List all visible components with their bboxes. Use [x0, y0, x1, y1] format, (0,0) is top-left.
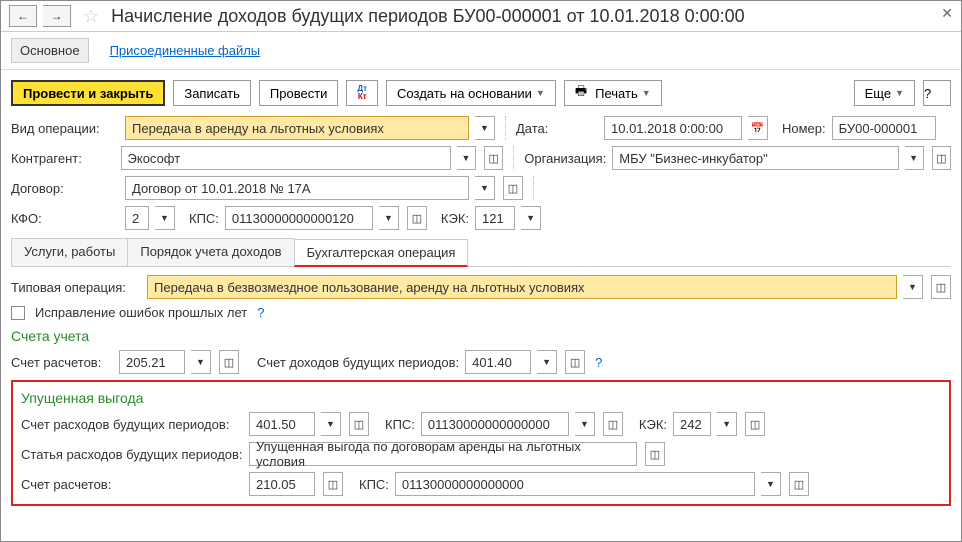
post-button[interactable]: Провести: [259, 80, 339, 106]
kps-input[interactable]: 01130000000000120: [225, 206, 373, 230]
type-op-dropdown[interactable]: ▼: [903, 275, 923, 299]
op-type-input[interactable]: Передача в аренду на льготных условиях: [125, 116, 469, 140]
kek2-label: КЭК:: [639, 417, 667, 432]
acc-calc-dropdown[interactable]: ▼: [191, 350, 211, 374]
kps2-input[interactable]: 01130000000000000: [421, 412, 569, 436]
date-label: Дата:: [516, 121, 598, 136]
acc-calc-label: Счет расчетов:: [11, 355, 113, 370]
print-button[interactable]: Печать▼: [564, 80, 662, 106]
kek-dropdown[interactable]: ▼: [521, 206, 541, 230]
acc-future-dropdown[interactable]: ▼: [537, 350, 557, 374]
article-open[interactable]: ◫: [645, 442, 665, 466]
help-button[interactable]: ?: [923, 80, 951, 106]
org-label: Организация:: [524, 151, 606, 166]
acc-future-label: Счет доходов будущих периодов:: [257, 355, 459, 370]
kps-label: КПС:: [189, 211, 219, 226]
contragent-dropdown[interactable]: ▼: [457, 146, 476, 170]
type-op-input[interactable]: Передача в безвозмездное пользование, ар…: [147, 275, 897, 299]
close-icon[interactable]: ✕: [941, 5, 953, 22]
help-icon-2[interactable]: ?: [595, 355, 602, 370]
kek-label: КЭК:: [441, 211, 469, 226]
create-based-button[interactable]: Создать на основании▼: [386, 80, 556, 106]
exp-future-dropdown[interactable]: ▼: [321, 412, 341, 436]
acc-calc2-label: Счет расчетов:: [21, 477, 243, 492]
type-op-label: Типовая операция:: [11, 280, 141, 295]
org-dropdown[interactable]: ▼: [905, 146, 924, 170]
dt-kt-icon: ДтКт: [357, 85, 367, 101]
save-button[interactable]: Записать: [173, 80, 251, 106]
tab-services[interactable]: Услуги, работы: [11, 238, 128, 266]
article-label: Статья расходов будущих периодов:: [21, 447, 243, 462]
acc-calc2-input[interactable]: 210.05: [249, 472, 315, 496]
kps-open[interactable]: ◫: [407, 206, 427, 230]
acc-future-open[interactable]: ◫: [565, 350, 585, 374]
print-icon: [575, 82, 591, 104]
help-icon[interactable]: ?: [257, 305, 264, 320]
kps3-open[interactable]: ◫: [789, 472, 809, 496]
kfo-input[interactable]: 2: [125, 206, 149, 230]
org-input[interactable]: МБУ "Бизнес-инкубатор": [612, 146, 898, 170]
kps2-label: КПС:: [385, 417, 415, 432]
kfo-dropdown[interactable]: ▼: [155, 206, 175, 230]
star-icon[interactable]: ☆: [83, 6, 99, 27]
contract-input[interactable]: Договор от 10.01.2018 № 17А: [125, 176, 469, 200]
kps3-dropdown[interactable]: ▼: [761, 472, 781, 496]
fix-errors-checkbox[interactable]: [11, 306, 25, 320]
type-op-open[interactable]: ◫: [931, 275, 951, 299]
more-button[interactable]: Еще▼: [854, 80, 915, 106]
kfo-label: КФО:: [11, 211, 119, 226]
kps3-input[interactable]: 01130000000000000: [395, 472, 755, 496]
contragent-input[interactable]: Экософт: [121, 146, 451, 170]
tab-files[interactable]: Присоединенные файлы: [101, 38, 270, 63]
dt-kt-button[interactable]: ДтКт: [346, 80, 378, 106]
op-type-label: Вид операции:: [11, 121, 119, 136]
acc-calc-open[interactable]: ◫: [219, 350, 239, 374]
contract-dropdown[interactable]: ▼: [475, 176, 495, 200]
exp-future-label: Счет расходов будущих периодов:: [21, 417, 243, 432]
kek-input[interactable]: 121: [475, 206, 515, 230]
contragent-label: Контрагент:: [11, 151, 115, 166]
lost-profit-title: Упущенная выгода: [21, 390, 941, 406]
kps2-open[interactable]: ◫: [603, 412, 623, 436]
kps3-label: КПС:: [359, 477, 389, 492]
calendar-icon[interactable]: 📅: [748, 116, 768, 140]
exp-future-open[interactable]: ◫: [349, 412, 369, 436]
contract-label: Договор:: [11, 181, 119, 196]
number-input[interactable]: БУ00-000001: [832, 116, 936, 140]
acc-calc2-open[interactable]: ◫: [323, 472, 343, 496]
fix-errors-label: Исправление ошибок прошлых лет: [35, 305, 247, 320]
tab-main[interactable]: Основное: [11, 38, 89, 63]
tab-accounting-op[interactable]: Бухгалтерская операция: [294, 239, 469, 267]
contragent-open[interactable]: ◫: [484, 146, 503, 170]
nav-forward-button[interactable]: →: [43, 5, 71, 27]
kek2-input[interactable]: 242: [673, 412, 711, 436]
kps2-dropdown[interactable]: ▼: [575, 412, 595, 436]
kek2-dropdown[interactable]: ▼: [717, 412, 737, 436]
exp-future-input[interactable]: 401.50: [249, 412, 315, 436]
post-and-close-button[interactable]: Провести и закрыть: [11, 80, 165, 106]
number-label: Номер:: [782, 121, 826, 136]
org-open[interactable]: ◫: [932, 146, 951, 170]
acc-calc-input[interactable]: 205.21: [119, 350, 185, 374]
op-type-dropdown[interactable]: ▼: [475, 116, 495, 140]
kps-dropdown[interactable]: ▼: [379, 206, 399, 230]
date-input[interactable]: 10.01.2018 0:00:00: [604, 116, 742, 140]
accounts-section-title: Счета учета: [11, 328, 951, 344]
article-input[interactable]: Упущенная выгода по договорам аренды на …: [249, 442, 637, 466]
acc-future-input[interactable]: 401.40: [465, 350, 531, 374]
contract-open[interactable]: ◫: [503, 176, 523, 200]
tab-income-order[interactable]: Порядок учета доходов: [127, 238, 294, 266]
kek2-open[interactable]: ◫: [745, 412, 765, 436]
page-title: Начисление доходов будущих периодов БУ00…: [111, 6, 745, 27]
nav-back-button[interactable]: ←: [9, 5, 37, 27]
